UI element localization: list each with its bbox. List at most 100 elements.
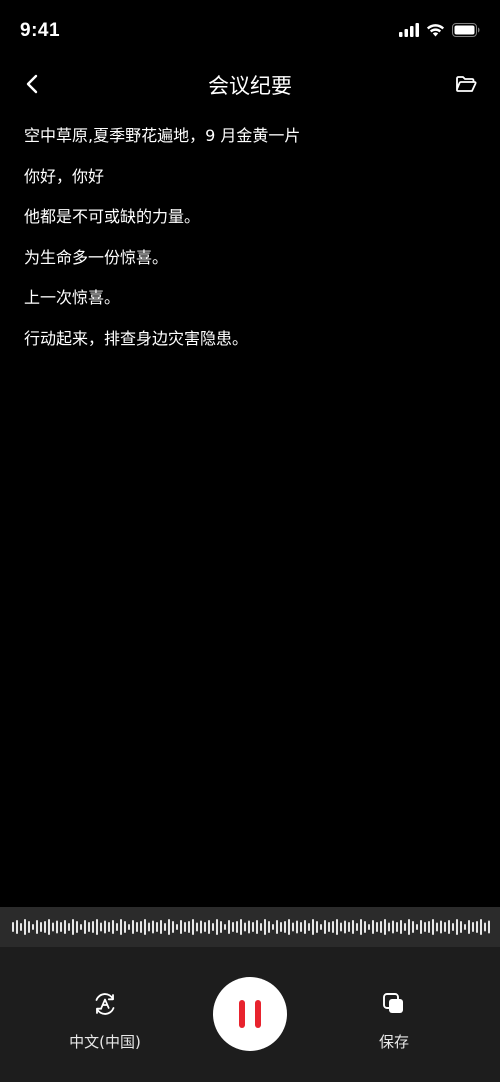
waveform-bar — [380, 921, 382, 933]
waveform-bar — [92, 921, 94, 933]
waveform-bar — [384, 919, 386, 935]
audio-waveform — [0, 907, 500, 947]
waveform-bar — [476, 921, 478, 933]
waveform-bar — [204, 922, 206, 932]
waveform-bar — [168, 919, 170, 935]
waveform-bar — [56, 920, 58, 934]
waveform-bar — [428, 921, 430, 933]
pause-button[interactable] — [213, 977, 287, 1051]
waveform-bar — [60, 922, 62, 932]
wifi-icon — [426, 22, 445, 41]
waveform-bar — [332, 921, 334, 933]
waveform-bar — [336, 919, 338, 935]
waveform-bar — [32, 924, 34, 930]
waveform-bar — [420, 920, 422, 934]
waveform-bar — [388, 922, 390, 932]
waveform-bar — [348, 922, 350, 932]
waveform-bar — [96, 919, 98, 935]
waveform-bar — [412, 921, 414, 933]
waveform-bar — [484, 922, 486, 932]
waveform-bar — [248, 920, 250, 934]
waveform-bar — [152, 920, 154, 934]
waveform-bar — [300, 922, 302, 932]
waveform-bar — [212, 923, 214, 931]
waveform-bar — [124, 921, 126, 933]
waveform-bar — [20, 923, 22, 931]
waveform-bar — [224, 924, 226, 930]
waveform-bar — [444, 922, 446, 932]
waveform-bar — [260, 923, 262, 931]
save-button[interactable]: 保存 — [344, 989, 444, 1052]
page-title: 会议纪要 — [208, 74, 292, 98]
waveform-bar — [240, 919, 242, 935]
transcript-line: 行动起来，排查身边灾害隐患。 — [24, 328, 249, 348]
waveform-bar — [404, 923, 406, 931]
save-label: 保存 — [378, 1033, 409, 1051]
waveform-bar — [368, 924, 370, 930]
waveform-bar — [52, 922, 54, 932]
waveform-bar — [200, 920, 202, 934]
transcript-line: 他都是不可或缺的力量。 — [24, 207, 201, 226]
waveform-bar — [156, 922, 158, 932]
waveform-bar — [432, 919, 434, 935]
waveform-bar — [236, 921, 238, 933]
waveform-bar — [88, 922, 90, 932]
waveform-bar — [324, 920, 326, 934]
waveform-bar — [132, 920, 134, 934]
waveform-bar — [460, 921, 462, 933]
waveform-bar — [24, 919, 26, 935]
copy-stack-icon — [379, 989, 409, 1019]
waveform-bar — [144, 919, 146, 935]
waveform-bar — [364, 921, 366, 933]
waveform-bar — [104, 920, 106, 934]
transcript-line: 空中草原,夏季野花遍地，9 月金黄一片 — [24, 126, 301, 145]
waveform-bar — [192, 919, 194, 935]
language-label: 中文(中国) — [69, 1033, 141, 1051]
waveform-bar — [408, 919, 410, 935]
waveform-bar — [424, 922, 426, 932]
transcript: 空中草原,夏季野花遍地，9 月金黄一片 你好，你好 他都是不可或缺的力量。 为生… — [24, 122, 476, 365]
waveform-bar — [452, 923, 454, 931]
waveform-bar — [400, 920, 402, 934]
waveform-bar — [440, 920, 442, 934]
waveform-bar — [36, 920, 38, 934]
folder-button[interactable] — [452, 72, 480, 100]
waveform-bar — [108, 922, 110, 932]
status-icons — [399, 22, 480, 41]
waveform-bar — [232, 922, 234, 932]
status-time: 9:41 — [20, 20, 61, 41]
waveform-bar — [128, 924, 130, 930]
waveform-bar — [480, 919, 482, 935]
battery-icon — [452, 22, 480, 41]
waveform-bar — [320, 924, 322, 930]
bottom-control-panel: 中文(中国) 保存 — [0, 947, 500, 1082]
waveform-bar — [456, 919, 458, 935]
language-button[interactable]: 中文(中国) — [55, 989, 155, 1052]
waveform-bar — [396, 922, 398, 932]
waveform-bar — [392, 920, 394, 934]
waveform-bar — [76, 921, 78, 933]
waveform-bar — [136, 922, 138, 932]
waveform-bar — [468, 920, 470, 934]
folder-icon — [455, 75, 477, 97]
waveform-bar — [488, 920, 490, 934]
waveform-bar — [100, 922, 102, 932]
waveform-bar — [252, 922, 254, 932]
waveform-bar — [120, 919, 122, 935]
waveform-bar — [416, 924, 418, 930]
pause-icon — [234, 1000, 266, 1028]
waveform-bar — [148, 922, 150, 932]
waveform-bar — [28, 921, 30, 933]
waveform-bar — [288, 919, 290, 935]
waveform-bar — [228, 920, 230, 934]
waveform-bar — [220, 921, 222, 933]
waveform-bar — [196, 922, 198, 932]
waveform-bar — [472, 922, 474, 932]
waveform-bar — [172, 921, 174, 933]
waveform-bar — [356, 923, 358, 931]
waveform-bar — [176, 924, 178, 930]
waveform-bar — [272, 924, 274, 930]
transcript-line: 你好，你好 — [24, 166, 105, 186]
waveform-bar — [180, 920, 182, 934]
waveform-bar — [280, 922, 282, 932]
